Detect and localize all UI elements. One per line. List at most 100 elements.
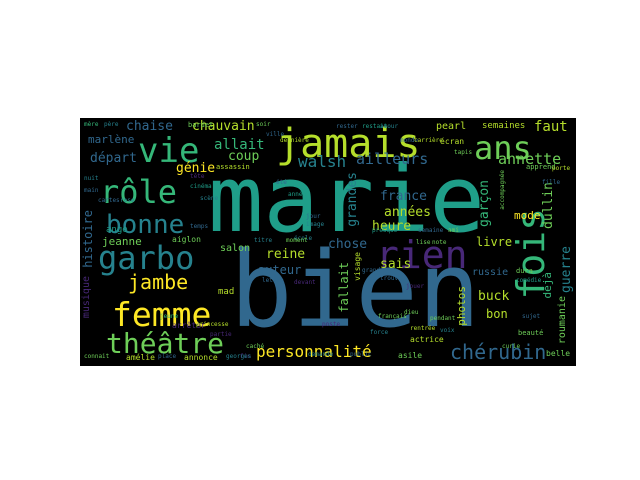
word-main: main xyxy=(84,187,99,194)
word-place: place xyxy=(158,353,177,360)
word-jambe: jambe xyxy=(128,270,189,294)
word-coup: coup xyxy=(228,149,260,164)
word-demande: demande xyxy=(308,351,334,358)
word-cache: caché xyxy=(246,343,265,350)
word-cartes: cartes xyxy=(98,197,120,204)
word-poste: poste xyxy=(322,321,341,328)
word-trouve: trouve xyxy=(380,275,402,282)
word-mode: mode xyxy=(514,209,541,222)
word-roumanie: roumanie xyxy=(557,296,568,345)
word-chaise: chaise xyxy=(126,119,173,134)
word-presque: presque xyxy=(372,227,398,234)
word-cherubin: chérubin xyxy=(450,340,547,364)
word-sais: sais xyxy=(380,257,412,272)
word-devant: devant xyxy=(294,279,316,286)
word-marlene: marlène xyxy=(88,133,135,146)
word-dieu: dieu xyxy=(404,309,419,316)
word-fille: fille xyxy=(542,179,561,186)
word-curie: curie xyxy=(502,343,521,350)
word-carriere: carrière xyxy=(414,137,443,144)
word-chose: chose xyxy=(328,237,368,252)
word-pendant: pendant xyxy=(430,315,456,322)
word-faut: faut xyxy=(534,119,568,135)
word-aiglon: aiglon xyxy=(172,235,201,244)
word-public: public xyxy=(350,351,372,358)
word-assassin: assassin xyxy=(216,163,250,171)
word-jeune: jeune xyxy=(160,313,179,320)
word-nuit: nuit xyxy=(84,175,99,182)
word-russie: russie xyxy=(472,267,509,278)
word-asile: asile xyxy=(398,351,423,360)
word-ailleurs: ailleurs xyxy=(356,150,429,168)
word-jouer: jouer xyxy=(406,283,425,290)
word-ange: ange xyxy=(106,225,128,235)
word-note: note xyxy=(432,239,447,246)
word-soir: soir xyxy=(256,121,271,128)
word-semaines: semaines xyxy=(482,121,526,131)
word-ecran: écran xyxy=(440,137,465,146)
word-georges: georges xyxy=(226,353,252,360)
word-rose: rose xyxy=(120,197,135,204)
word-connait: connait xyxy=(84,353,110,360)
word-lise: lise xyxy=(416,239,431,246)
word-comedie: comédie xyxy=(516,277,542,284)
word-titre: titre xyxy=(254,237,273,244)
word-princesse: princesse xyxy=(196,321,229,328)
word-ami: ami xyxy=(448,227,459,234)
word-garcon: garçon xyxy=(477,180,492,227)
word-histoire: histoire xyxy=(81,210,95,268)
word-grand: grand xyxy=(362,267,381,274)
word-restait: restait xyxy=(362,123,388,130)
word-accompagnee: accompagnée xyxy=(499,170,506,210)
word-moment: moment xyxy=(286,237,308,244)
word-annees: années xyxy=(384,205,431,220)
word-pere: père xyxy=(104,121,119,128)
word-tapis: tapis xyxy=(454,149,473,156)
word-rester: rester xyxy=(336,123,358,130)
word-dura: dura xyxy=(516,267,533,275)
word-ete: été xyxy=(276,179,287,186)
word-semaine: semaine xyxy=(418,227,444,234)
word-belle: belle xyxy=(546,349,571,358)
word-dullin: dullin xyxy=(541,182,556,229)
word-walsh: walsh xyxy=(298,152,347,171)
word-temps: temps xyxy=(190,223,209,230)
word-jour: jour xyxy=(306,213,321,220)
word-deja: déjà xyxy=(541,272,554,299)
word-cinema: cinéma xyxy=(190,183,212,190)
word-cloud: marie bien jamais vie ans rôle garbo bon… xyxy=(80,118,576,366)
word-france: france xyxy=(380,189,427,204)
word-scene: scène xyxy=(200,195,219,202)
word-visage: visage xyxy=(353,252,362,281)
word-livre: livre xyxy=(476,235,513,249)
word-rentree: rentrée xyxy=(410,325,436,332)
word-actrice: actrice xyxy=(410,335,444,344)
word-image: image xyxy=(306,221,325,228)
word-bardet: bardet xyxy=(188,121,214,129)
word-musique: musique xyxy=(81,276,92,319)
word-mad: mad xyxy=(218,287,235,297)
word-sujet: sujet xyxy=(522,313,541,320)
word-derniere: dernière xyxy=(280,137,309,144)
word-reine: reine xyxy=(266,247,306,262)
word-salon: salon xyxy=(220,243,251,254)
word-grandes: grandes xyxy=(345,172,360,227)
word-francais: français xyxy=(378,313,407,320)
word-amelie: amélie xyxy=(126,353,155,362)
word-beaute: beauté xyxy=(518,329,544,337)
word-buck: buck xyxy=(478,289,510,304)
word-force: force xyxy=(370,329,389,336)
word-lettre: lettre xyxy=(262,277,284,284)
word-annee: année xyxy=(288,191,307,198)
word-guerre: guerre xyxy=(559,246,574,293)
word-annonce: annonce xyxy=(184,353,218,362)
word-partie: partie xyxy=(210,331,232,338)
word-tete: tête xyxy=(190,173,205,180)
word-bon: bon xyxy=(486,307,508,321)
word-auteur: auteur xyxy=(258,263,302,277)
word-photos: photos xyxy=(455,286,468,326)
word-pearl: pearl xyxy=(436,121,467,132)
word-jeanne: jeanne xyxy=(102,235,142,248)
word-fallait: fallait xyxy=(337,262,351,313)
word-voix: voix xyxy=(440,327,455,334)
